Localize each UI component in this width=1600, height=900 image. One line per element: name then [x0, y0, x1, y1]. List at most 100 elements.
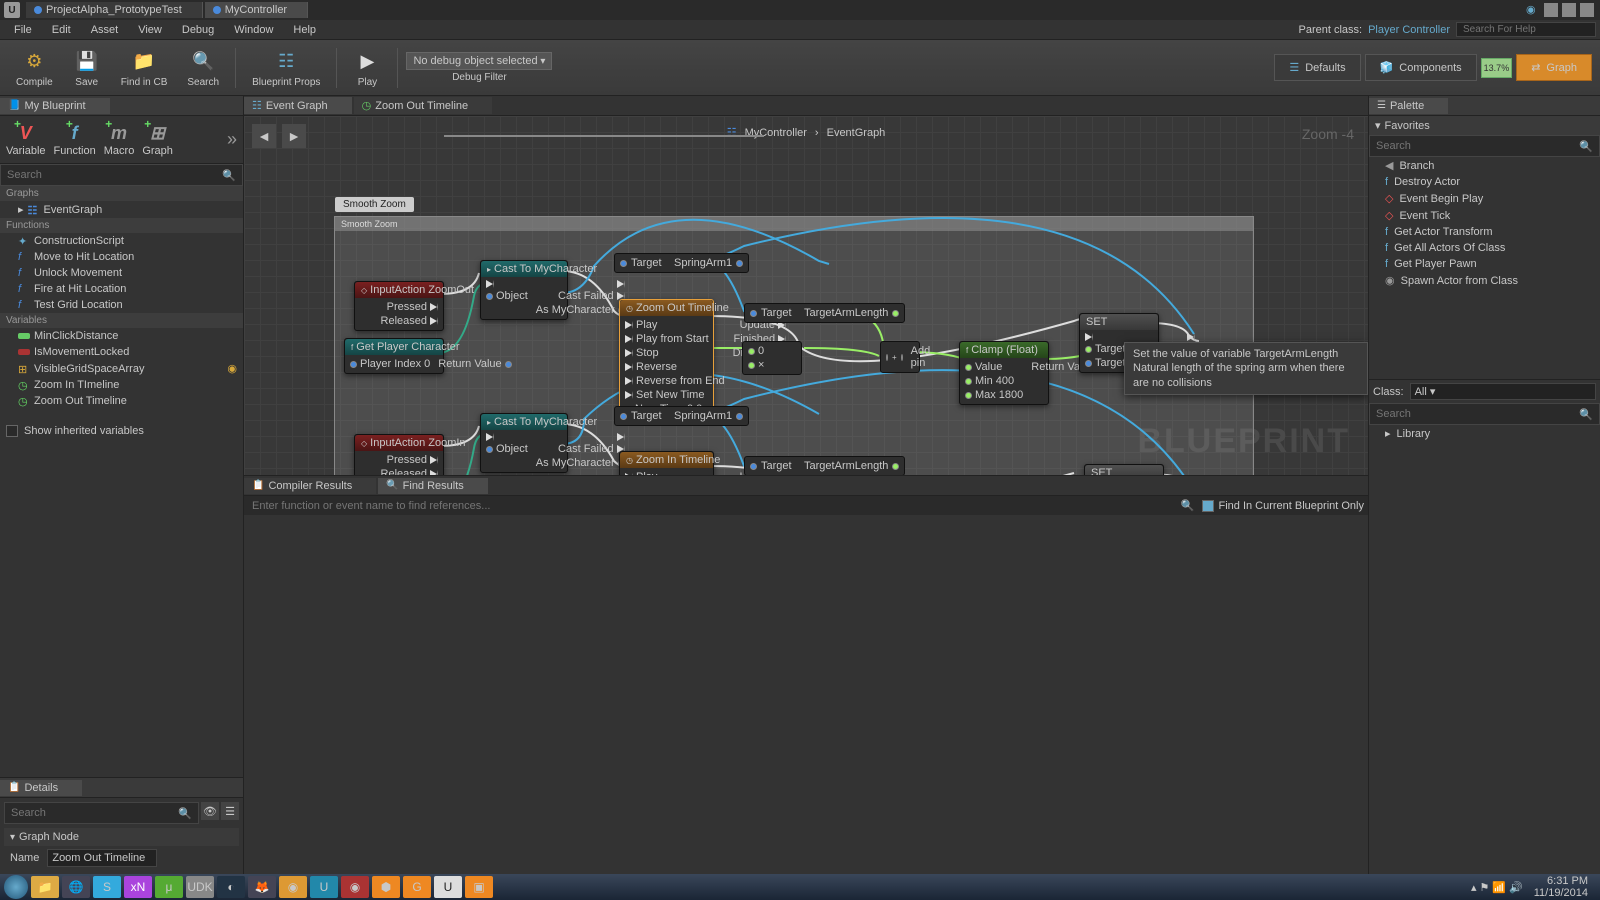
fn-test-grid[interactable]: fTest Grid Location — [0, 297, 243, 313]
var-minclick[interactable]: MinClickDistance — [0, 328, 243, 344]
pal-playerpawn[interactable]: fGet Player Pawn — [1369, 256, 1600, 272]
var-gridarray[interactable]: ⊞VisibleGridSpaceArray◉ — [0, 360, 243, 377]
compile-button[interactable]: ⚙Compile — [8, 43, 61, 92]
maximize-icon[interactable] — [1562, 3, 1576, 17]
tb-ue4[interactable]: U — [310, 876, 338, 898]
node-input-zoomin[interactable]: ◇ InputAction ZoomIn PressedReleased — [354, 434, 444, 475]
tb-utorrent[interactable]: μ — [155, 876, 183, 898]
menu-window[interactable]: Window — [224, 22, 283, 38]
menu-help[interactable]: Help — [283, 22, 326, 38]
node-armlength-get-1[interactable]: Target TargetArmLength — [744, 303, 905, 323]
taskbar-clock[interactable]: 6:31 PM11/19/2014 — [1526, 875, 1596, 899]
tb-app1[interactable]: ◉ — [279, 876, 307, 898]
play-button[interactable]: ▶Play — [345, 43, 389, 92]
tl-zoomout[interactable]: ◷Zoom Out Timeline — [0, 393, 243, 409]
node-set-2[interactable]: SET TargetArmLengthTarget — [1084, 464, 1164, 475]
menu-edit[interactable]: Edit — [42, 22, 81, 38]
node-springarm-2[interactable]: Target SpringArm1 — [614, 406, 749, 426]
add-macro-button[interactable]: mMacro — [104, 123, 135, 157]
pal-beginplay[interactable]: ◇Event Begin Play — [1369, 190, 1600, 207]
find-current-checkbox[interactable]: Find In Current Blueprint Only — [1202, 500, 1364, 512]
tray-vol-icon[interactable]: 🔊 — [1509, 881, 1523, 894]
menu-file[interactable]: File — [4, 22, 42, 38]
find-input[interactable] — [248, 498, 1181, 514]
save-button[interactable]: 💾Save — [65, 43, 109, 92]
tab-event-graph[interactable]: ☷Event Graph — [244, 97, 352, 114]
tb-app4[interactable]: ▣ — [465, 876, 493, 898]
graph-canvas[interactable]: ◄ ► ☷ MyController›EventGraph Zoom -4 BL… — [244, 116, 1368, 475]
node-timeline-in[interactable]: ◷ Zoom In Timeline PlayPlay from StartSt… — [619, 451, 714, 475]
tl-zoomin[interactable]: ◷Zoom In TImeline — [0, 377, 243, 393]
node-cast-2[interactable]: ▸ Cast To MyCharacter ObjectCast FailedA… — [480, 413, 568, 473]
tb-app2[interactable]: ◉ — [341, 876, 369, 898]
pal-branch[interactable]: ◀Branch — [1369, 157, 1600, 174]
node-springarm-1[interactable]: Target SpringArm1 — [614, 253, 749, 273]
node-armlength-get-2[interactable]: Target TargetArmLength — [744, 456, 905, 475]
eye-icon[interactable]: ◉ — [227, 362, 237, 375]
debug-object-select[interactable]: No debug object selected ▾ — [406, 52, 552, 70]
palette-search[interactable]: 🔍 — [1369, 135, 1600, 157]
menu-view[interactable]: View — [128, 22, 172, 38]
defaults-mode-button[interactable]: ☰Defaults — [1274, 54, 1360, 81]
doc-tab-controller[interactable]: MyController — [205, 2, 308, 18]
my-blueprint-tab[interactable]: 📘 My Blueprint — [0, 98, 110, 114]
expand-toolbar-icon[interactable]: » — [227, 129, 237, 150]
node-add-1[interactable]: +Add pin — [880, 341, 920, 373]
tb-skype[interactable]: S — [93, 876, 121, 898]
parent-class-link[interactable]: Player Controller — [1368, 24, 1450, 36]
details-list-icon[interactable]: ☰ — [221, 802, 239, 820]
details-search[interactable]: 🔍 — [4, 802, 199, 824]
fn-move-hit[interactable]: fMove to Hit Location — [0, 249, 243, 265]
notify-icon[interactable]: ◉ — [1526, 3, 1540, 17]
components-mode-button[interactable]: 🧊Components — [1365, 54, 1477, 81]
details-tab[interactable]: 📋 Details — [0, 780, 82, 796]
nav-back-button[interactable]: ◄ — [252, 124, 276, 148]
pal-tick[interactable]: ◇Event Tick — [1369, 207, 1600, 224]
start-button[interactable] — [4, 875, 28, 899]
tb-explorer[interactable]: 📁 — [31, 876, 59, 898]
search-icon[interactable]: 🔍 — [1181, 499, 1195, 512]
palette-lib-search[interactable]: 🔍 — [1369, 403, 1600, 425]
node-get-player-1[interactable]: f Get Player Character Player Index 0Ret… — [344, 338, 444, 374]
tb-blender[interactable]: ⬢ — [372, 876, 400, 898]
tray-up-icon[interactable]: ▴ — [1471, 881, 1477, 894]
tb-chrome[interactable]: 🌐 — [62, 876, 90, 898]
search-help-input[interactable] — [1456, 22, 1596, 37]
find-cb-button[interactable]: 📁Find in CB — [113, 43, 176, 92]
minimize-icon[interactable] — [1544, 3, 1558, 17]
tb-ue4-2[interactable]: U — [434, 876, 462, 898]
palette-tab[interactable]: ☰ Palette — [1369, 98, 1448, 114]
fn-unlock[interactable]: fUnlock Movement — [0, 265, 243, 281]
menu-asset[interactable]: Asset — [81, 22, 129, 38]
pal-transform[interactable]: fGet Actor Transform — [1369, 224, 1600, 240]
var-locked[interactable]: IsMovementLocked — [0, 344, 243, 360]
tb-steam[interactable]: ◐ — [217, 876, 245, 898]
pal-library[interactable]: ▸ Library — [1369, 425, 1600, 442]
add-function-button[interactable]: fFunction — [54, 123, 96, 157]
fn-construction[interactable]: ✦ConstructionScript — [0, 233, 243, 249]
tray-net-icon[interactable]: 📶 — [1492, 881, 1506, 894]
graph-eventgraph[interactable]: ▸☷EventGraph — [0, 201, 243, 218]
tb-gimp[interactable]: 🦊 — [248, 876, 276, 898]
close-icon[interactable] — [1580, 3, 1594, 17]
details-view-icon[interactable]: 👁 — [201, 802, 219, 820]
class-select[interactable]: All ▾ — [1410, 383, 1596, 400]
details-group[interactable]: ▾ Graph Node — [4, 828, 239, 846]
tab-find-results[interactable]: 🔍 Find Results — [378, 478, 488, 494]
fn-fire-hit[interactable]: fFire at Hit Location — [0, 281, 243, 297]
search-button[interactable]: 🔍Search — [179, 43, 227, 92]
tab-zoom-timeline[interactable]: ◷Zoom Out Timeline — [354, 97, 493, 114]
favorites-header[interactable]: ▾ Favorites — [1369, 116, 1600, 135]
bp-props-button[interactable]: ☷Blueprint Props — [244, 43, 328, 92]
tb-xn[interactable]: xN — [124, 876, 152, 898]
nav-fwd-button[interactable]: ► — [282, 124, 306, 148]
tab-compiler-results[interactable]: 📋 Compiler Results — [244, 478, 376, 494]
name-input[interactable] — [47, 849, 157, 867]
tb-udk[interactable]: UDK — [186, 876, 214, 898]
menu-debug[interactable]: Debug — [172, 22, 224, 38]
pal-destroy[interactable]: fDestroy Actor — [1369, 174, 1600, 190]
node-clamp-1[interactable]: f Clamp (Float) ValueMin 400Max 1800Retu… — [959, 341, 1049, 405]
pal-allactors[interactable]: fGet All Actors Of Class — [1369, 240, 1600, 256]
mybp-search[interactable]: 🔍 — [0, 164, 243, 186]
node-mult-1[interactable]: 0 × — [742, 341, 802, 375]
